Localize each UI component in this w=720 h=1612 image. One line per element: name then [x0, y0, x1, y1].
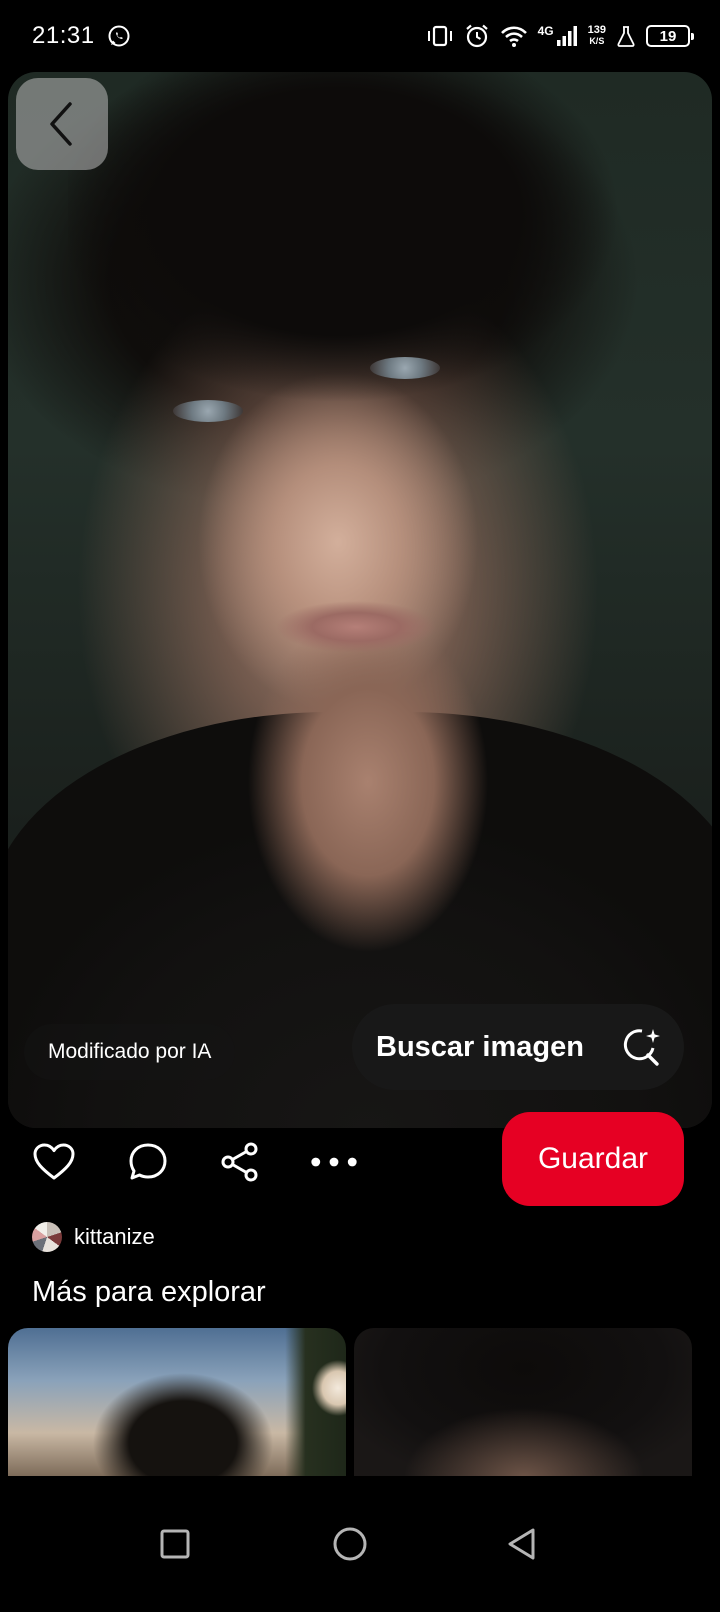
visual-search-label: Buscar imagen: [376, 1030, 584, 1063]
whatsapp-icon: [107, 24, 131, 48]
ai-modified-label: Modificado por IA: [48, 1040, 212, 1063]
pin-image-hair: [68, 72, 628, 412]
network-speed-unit: K/S: [589, 36, 605, 46]
explore-pin-1[interactable]: [8, 1328, 346, 1478]
ai-modified-badge[interactable]: Modificado por IA: [24, 1024, 236, 1080]
pin-action-row: Guardar: [0, 1110, 720, 1210]
flask-icon: [616, 25, 636, 47]
back-navigation-button[interactable]: [494, 1516, 550, 1572]
network-speed-value: 139: [587, 24, 606, 36]
network-type: 4G: [537, 24, 554, 38]
battery-level: 19: [659, 27, 677, 45]
visual-search-button[interactable]: Buscar imagen: [352, 1004, 684, 1090]
explore-section-title: Más para explorar: [32, 1276, 266, 1308]
pin-image-lips: [276, 597, 436, 657]
avatar: [32, 1222, 62, 1252]
creator-name: kittanize: [74, 1224, 155, 1249]
cellular-signal-icon: 4G: [538, 25, 578, 47]
lens-search-sparkle-icon: [620, 1026, 662, 1068]
alarm-icon: [464, 23, 490, 49]
creator-link[interactable]: kittanize: [32, 1222, 155, 1252]
heart-icon[interactable]: [30, 1138, 78, 1186]
recent-apps-button[interactable]: [147, 1516, 203, 1572]
vibrate-icon: [426, 24, 454, 48]
comment-icon[interactable]: [124, 1138, 172, 1186]
battery-indicator: 19: [646, 25, 694, 47]
save-button[interactable]: Guardar: [502, 1112, 684, 1206]
more-options-icon[interactable]: [310, 1138, 358, 1186]
home-button[interactable]: [322, 1516, 378, 1572]
status-time: 21:31: [32, 22, 95, 49]
network-speed: 139 K/S: [588, 25, 606, 47]
pin-image-right-eye: [370, 357, 440, 379]
system-navigation-bar: [0, 1476, 720, 1612]
pin-image-neck: [248, 632, 488, 962]
explore-pin-2[interactable]: [354, 1328, 692, 1478]
save-button-label: Guardar: [537, 1142, 649, 1175]
wifi-icon: [500, 24, 528, 48]
pin-image[interactable]: [8, 72, 712, 1128]
share-icon[interactable]: [216, 1138, 264, 1186]
back-button[interactable]: [16, 78, 108, 170]
pin-image-left-eye: [173, 400, 243, 422]
chevron-left-icon: [44, 100, 80, 148]
status-bar: 21:31 4G 139 K/S 19: [0, 0, 720, 72]
